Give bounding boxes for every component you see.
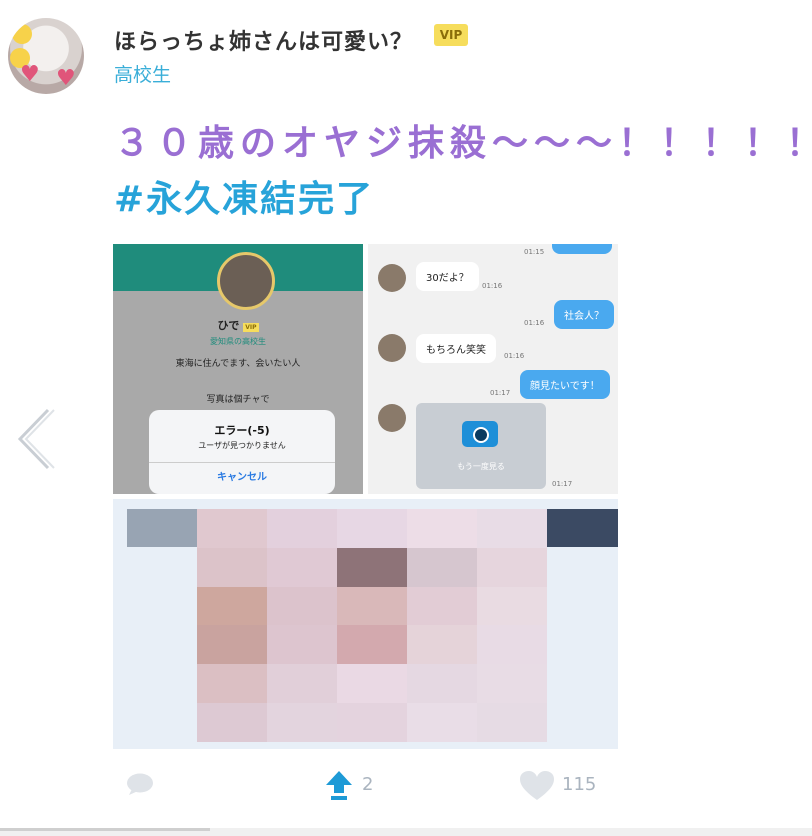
mosaic-tile	[337, 664, 407, 703]
mosaic-tile	[267, 509, 337, 548]
chat-avatar	[378, 404, 406, 432]
user-avatar[interactable]: ♥ ♥	[8, 18, 84, 94]
chat-screenshot: 01:15 30だよ？ 01:16 社会人？ 01:16 もちろん笑笑 01:1…	[368, 244, 618, 494]
mosaic-tile	[477, 547, 547, 587]
username[interactable]: ほらっちょ姉さんは可愛い？	[114, 24, 413, 56]
dialog-cancel-button: キャンセル	[217, 472, 267, 483]
camera-icon	[462, 421, 498, 447]
dialog-title: エラー(-5)	[214, 424, 270, 437]
mosaic-tile	[407, 664, 477, 703]
message-time: 01:15	[524, 248, 545, 256]
mosaic-tile	[267, 702, 337, 742]
pixelated-photo	[113, 499, 618, 749]
mosaic-tile	[267, 664, 337, 703]
post-title-line1: ３０歳のオヤジ抹殺〜〜〜！！！！！	[114, 123, 812, 164]
mosaic-tile	[477, 702, 547, 742]
heart-emoji-icon: ♥	[56, 66, 76, 91]
mosaic-tile	[407, 625, 477, 665]
post-hashtag[interactable]: #永久凍結完了	[114, 170, 374, 222]
mosaic-tile	[477, 509, 547, 548]
mosaic-tile	[267, 547, 337, 587]
chat-avatar	[378, 334, 406, 362]
mosaic-tile	[477, 625, 547, 665]
mosaic-tile	[267, 586, 337, 626]
mosaic-tile	[337, 625, 407, 665]
mosaic-tile	[407, 547, 477, 587]
user-school: 高校生	[114, 64, 172, 86]
mosaic-tile	[477, 664, 547, 703]
message-time: 01:17	[490, 389, 511, 397]
chat-bubble-right: 顔見たいです！	[520, 370, 610, 399]
mosaic-tile	[197, 664, 267, 703]
photo-caption: もう一度見る	[457, 462, 505, 471]
chat-bubble-right: 社会人？	[554, 300, 614, 329]
mosaic-tile	[337, 586, 407, 626]
mosaic-tile	[197, 702, 267, 742]
profile-name: ひで	[217, 319, 240, 332]
mosaic-tile	[337, 509, 407, 548]
mosaic-tile	[197, 625, 267, 665]
mosaic-blur	[197, 509, 547, 742]
post-image-collage[interactable]: ひで VIP 愛知県の高校生 東海に住んでます、会いたい人 写真は個チャで エラ…	[113, 244, 618, 749]
heart-emoji-icon: ♥	[20, 62, 40, 87]
profile-bio: 東海に住んでます、会いたい人	[175, 359, 301, 369]
mosaic-tile	[197, 509, 267, 548]
error-dialog: エラー(-5) ユーザが見つかりません キャンセル	[149, 410, 335, 494]
profile-screenshot: ひで VIP 愛知県の高校生 東海に住んでます、会いたい人 写真は個チャで エラ…	[113, 244, 363, 494]
mosaic-tile	[197, 586, 267, 626]
profile-vip-badge: VIP	[243, 323, 259, 332]
message-time: 01:16	[482, 282, 503, 290]
mosaic-tile	[337, 702, 407, 742]
mosaic-tile	[407, 586, 477, 626]
smiley-emoji-icon	[12, 24, 32, 44]
vip-badge: VIP	[434, 24, 468, 46]
message-time: 01:17	[552, 480, 573, 488]
message-time: 01:16	[524, 319, 545, 327]
comment-icon[interactable]	[126, 773, 154, 795]
mosaic-tile	[337, 547, 407, 587]
mosaic-tile	[197, 547, 267, 587]
message-time: 01:16	[504, 352, 525, 360]
mosaic-tile	[267, 625, 337, 665]
chat-photo-message: もう一度見る	[416, 403, 546, 489]
profile-bio-2: 写真は個チャで	[206, 395, 270, 405]
heart-icon[interactable]	[520, 771, 554, 801]
like-count: 115	[562, 774, 597, 795]
chat-bubble-left: もちろん笑笑	[416, 334, 496, 363]
mosaic-tile	[477, 586, 547, 626]
upvote-arrow-icon[interactable]	[326, 771, 352, 801]
mosaic-tile	[407, 509, 477, 548]
upvote-count: 2	[362, 774, 374, 795]
chat-avatar	[378, 264, 406, 292]
profile-prefecture: 愛知県の高校生	[210, 337, 266, 346]
mosaic-tile	[407, 702, 477, 742]
profile-picture	[217, 252, 275, 310]
dialog-message: ユーザが見つかりません	[198, 441, 286, 450]
previous-arrow-icon[interactable]	[12, 404, 58, 474]
chat-bubble-left: 30だよ？	[416, 262, 479, 291]
